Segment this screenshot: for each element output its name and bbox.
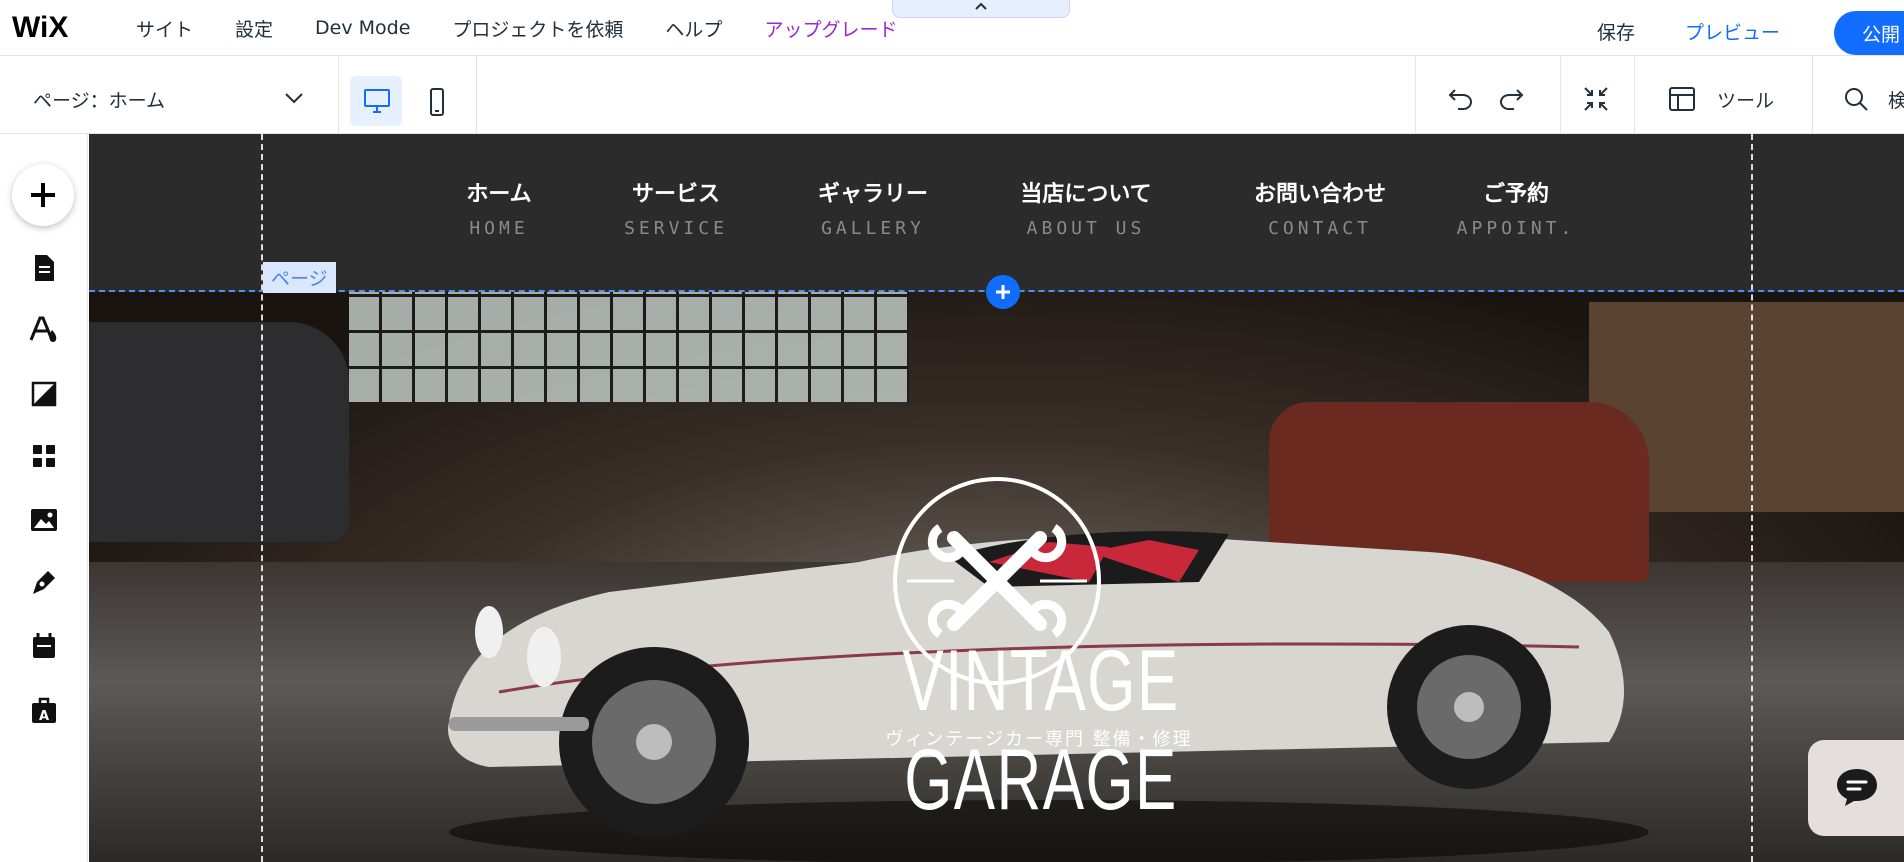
nav-label-jp: ご予約 (1482, 182, 1549, 207)
calendar-icon[interactable] (28, 630, 60, 662)
menu-dev-mode[interactable]: Dev Mode (315, 17, 410, 39)
desktop-view-button[interactable] (350, 76, 402, 126)
nav-label-jp: お問い合わせ (1253, 182, 1386, 207)
nav-appointment[interactable]: ご予約 APPOINT. (1426, 176, 1606, 239)
plus-icon (31, 183, 55, 207)
tools-icon[interactable] (1668, 86, 1696, 112)
collapse-handle[interactable] (892, 0, 1070, 18)
desktop-icon (364, 89, 390, 113)
design-icon[interactable] (28, 314, 60, 346)
nav-gallery[interactable]: ギャラリー GALLERY (783, 176, 963, 239)
background-car (89, 322, 349, 542)
nav-label-en: SERVICE (624, 218, 728, 239)
editor-toolbar: ページ：ホーム ツール 検 (0, 56, 1904, 134)
publish-button[interactable]: 公開 (1834, 11, 1904, 55)
divider (1415, 56, 1416, 134)
redo-icon[interactable] (1497, 86, 1525, 110)
menu-help[interactable]: ヘルプ (665, 15, 722, 42)
chevron-up-icon (975, 2, 987, 10)
nav-label-en: APPOINT. (1456, 218, 1576, 239)
business-icon[interactable]: A (28, 694, 60, 726)
nav-label-en: HOME (469, 218, 529, 239)
nav-label-en: GALLERY (821, 218, 925, 239)
nav-label-jp: ホーム (466, 182, 532, 207)
divider (338, 56, 339, 134)
divider (1812, 56, 1813, 134)
page-select[interactable]: ページ：ホーム (33, 86, 165, 113)
top-menu: サイト 設定 Dev Mode プロジェクトを依頼 ヘルプ アップグレード (136, 0, 939, 56)
nav-about[interactable]: 当店について ABOUT US (996, 176, 1176, 239)
svg-text:WiX: WiX (12, 12, 68, 42)
media-icon[interactable] (28, 504, 60, 536)
mobile-icon (430, 88, 444, 116)
menu-upgrade[interactable]: アップグレード (764, 15, 897, 42)
nav-label-en: ABOUT US (1026, 218, 1146, 239)
divider (476, 56, 477, 134)
top-bar: WiX サイト 設定 Dev Mode プロジェクトを依頼 ヘルプ アップグレー… (0, 0, 1904, 56)
pages-icon[interactable] (28, 252, 60, 284)
nav-contact[interactable]: お問い合わせ CONTACT (1230, 176, 1410, 239)
nav-home[interactable]: ホーム HOME (409, 176, 589, 239)
site-header[interactable]: ホーム HOME サービス SERVICE ギャラリー GALLERY 当店につ… (89, 134, 1904, 292)
gridline-left (261, 134, 263, 862)
add-elements-button[interactable] (12, 164, 74, 226)
menu-settings[interactable]: 設定 (235, 15, 273, 42)
nav-service[interactable]: サービス SERVICE (586, 176, 766, 239)
page-label[interactable]: ページ (263, 262, 336, 293)
nav-label-en: CONTACT (1268, 218, 1372, 239)
left-sidebar: A (0, 134, 88, 862)
apps-icon[interactable] (28, 440, 60, 472)
search-button[interactable]: 検 (1888, 86, 1904, 113)
svg-text:A: A (39, 709, 49, 724)
nav-label-jp: ギャラリー (817, 182, 928, 207)
divider (1634, 56, 1635, 134)
chevron-down-icon[interactable] (284, 92, 304, 104)
brand-tagline[interactable]: ヴィンテージカー専門 整備・修理 (789, 725, 1289, 751)
plus-icon (996, 285, 1010, 299)
divider (1560, 56, 1561, 134)
save-button[interactable]: 保存 (1597, 18, 1635, 45)
add-section-button[interactable] (986, 275, 1020, 309)
nav-label-jp: サービス (631, 182, 720, 207)
hero-section[interactable]: VINTAGE GARAGE ヴィンテージカー専門 整備・修理 (89, 292, 1904, 862)
search-icon[interactable] (1843, 86, 1869, 112)
chat-bubble-icon (1837, 769, 1877, 806)
preview-button[interactable]: プレビュー (1685, 18, 1780, 45)
gridline-right (1751, 134, 1753, 862)
wix-logo[interactable]: WiX (12, 12, 78, 42)
menu-hire[interactable]: プロジェクトを依頼 (452, 15, 623, 42)
tools-button[interactable]: ツール (1717, 86, 1774, 113)
nav-label-jp: 当店について (1020, 182, 1152, 207)
garage-window-bars (349, 292, 909, 402)
sections-icon[interactable] (28, 378, 60, 410)
undo-icon[interactable] (1447, 86, 1475, 110)
chat-button[interactable] (1808, 740, 1904, 836)
pen-icon[interactable] (28, 566, 60, 598)
mobile-view-button[interactable] (410, 76, 462, 126)
site-canvas[interactable]: ホーム HOME サービス SERVICE ギャラリー GALLERY 当店につ… (89, 134, 1904, 862)
menu-site[interactable]: サイト (136, 15, 193, 42)
zoom-out-icon[interactable] (1583, 86, 1609, 112)
